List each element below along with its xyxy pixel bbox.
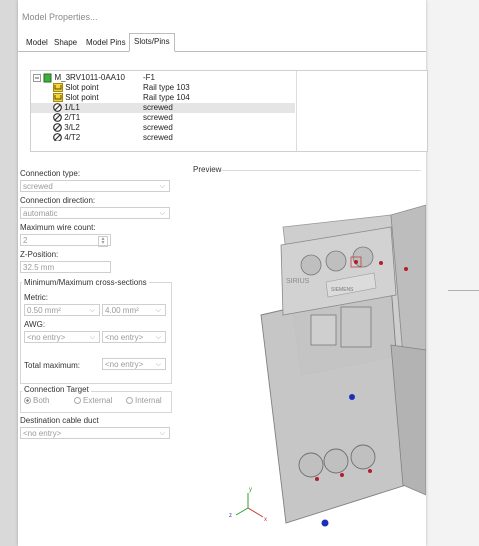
title-bar: Model Properties... [18,0,426,32]
destination-duct-select[interactable]: <no entry> ⌵ [20,427,170,439]
tab-model[interactable]: Model [22,35,52,50]
component-icon [43,73,52,83]
tab-slots-pins[interactable]: Slots/Pins [129,33,175,52]
chevron-down-icon: ⌵ [89,307,95,314]
connection-type-select[interactable]: screwed ⌵ [20,180,170,192]
metric-min-select[interactable]: 0.50 mm² ⌵ [24,304,100,316]
tab-strip: Model Shape Model Pins Slots/Pins [18,33,426,52]
connection-target-label: Connection Target [22,385,91,394]
target-both-radio[interactable]: Both [24,396,49,405]
spinner-arrows-icon[interactable]: ▴ ▾ [98,236,108,247]
awg-max-value: <no entry> [105,333,144,342]
z-position-label: Z-Position: [20,250,59,259]
connection-type-value: screwed [23,182,53,191]
metric-max-value: 4.00 mm² [105,306,139,315]
chevron-down-icon: ⌵ [155,307,161,314]
axis-triad: y x z [229,487,267,523]
tree-root-name: M_3RV1011-0AA10 [54,73,125,83]
destination-duct-label: Destination cable duct [20,416,99,425]
slots-pins-tree[interactable]: M_3RV1011-0AA10 -F1 Slot point Rail type… [30,70,428,152]
awg-label: AWG: [24,320,46,329]
tree-row-name: 4/T2 [64,133,81,141]
awg-max-select[interactable]: <no entry> ⌵ [102,331,166,343]
pin-icon [53,103,62,113]
tree-row-name: 3/L2 [64,123,80,132]
tree-row[interactable]: 4/T2 screwed [31,133,427,141]
pin-icon [53,133,62,141]
tree-row-name: Slot point [65,93,99,102]
preview-panel[interactable]: Preview SIEMENS SIRIUS y x z [191,165,426,546]
chevron-down-icon: ⌵ [159,183,165,190]
z-position-value: 32.5 mm [23,263,55,272]
connection-direction-value: automatic [23,209,58,218]
chevron-down-icon: ⌵ [159,210,165,217]
z-position-input[interactable]: 32.5 mm [20,261,111,273]
chevron-down-icon: ⌵ [155,334,161,341]
slot-point-icon [53,93,63,103]
tab-shape[interactable]: Shape [50,35,81,50]
axis-x-label: x [264,517,267,523]
metric-label: Metric: [24,293,48,302]
device-maker-text: SIEMENS [331,287,354,293]
target-both-label: Both [33,396,50,405]
radio-icon [126,397,133,405]
tree-row-name: 1/L1 [64,103,80,112]
awg-min-value: <no entry> [27,333,66,342]
pin-icon [53,123,62,133]
tree-row-value: screwed [143,123,173,132]
metric-min-value: 0.50 mm² [27,306,61,315]
model-properties-dialog: Model Properties... Model Shape Model Pi… [18,0,428,546]
total-max-value: <no entry> [105,360,144,369]
radio-icon [74,397,81,405]
target-external-radio[interactable]: External [74,396,112,405]
metric-max-select[interactable]: 4.00 mm² ⌵ [102,304,166,316]
tree-row[interactable]: Slot point Rail type 104 [31,93,427,103]
tree-row[interactable]: 3/L2 screwed [31,123,427,133]
tree-row-value: Rail type 104 [143,93,190,102]
tree-row-value: screwed [143,133,173,141]
tab-model-pins[interactable]: Model Pins [82,35,130,50]
tree-row-value: screwed [143,113,173,122]
chevron-down-icon: ⌵ [159,430,165,437]
tree-row-name: 2/T1 [64,113,81,122]
window-title: Model Properties... [22,12,98,22]
connection-direction-label: Connection direction: [20,196,96,205]
axis-z-label: z [229,513,232,519]
connection-type-label: Connection type: [20,169,81,178]
collapse-icon[interactable] [33,74,41,82]
chevron-down-icon: ⌵ [155,361,161,368]
max-wire-count-spinner[interactable]: 2 ▴ ▾ [20,234,111,247]
tree-row[interactable]: 2/T1 screwed [31,113,427,123]
chevron-down-icon: ⌵ [89,334,95,341]
destination-duct-value: <no entry> [23,429,62,438]
tree-row-value: screwed [143,103,173,112]
background-window [426,0,479,546]
total-max-label: Total maximum: [24,361,81,370]
axis-y-label: y [249,487,252,493]
max-wire-count-label: Maximum wire count: [20,223,96,232]
cross-sections-label: Minimum/Maximum cross-sections [22,278,149,287]
max-wire-count-value: 2 [23,236,28,245]
connection-point-marker[interactable] [349,394,355,400]
connection-direction-select[interactable]: automatic ⌵ [20,207,170,219]
target-internal-radio[interactable]: Internal [126,396,162,405]
target-internal-label: Internal [135,396,162,405]
tree-row-value: Rail type 103 [143,83,190,92]
tree-row[interactable]: Slot point Rail type 103 [31,83,427,93]
tree-row-name: Slot point [65,83,99,92]
tree-root-row[interactable]: M_3RV1011-0AA10 -F1 [31,73,427,83]
awg-min-select[interactable]: <no entry> ⌵ [24,331,100,343]
device-brand-text: SIRIUS [286,278,310,285]
radio-selected-icon [24,397,31,405]
tree-root-value: -F1 [143,73,155,82]
total-max-select[interactable]: <no entry> ⌵ [102,358,166,370]
connection-point-marker[interactable] [321,519,329,527]
pin-icon [53,113,62,123]
target-external-label: External [83,396,113,405]
background-divider [448,290,479,291]
device-3d-model[interactable]: SIEMENS SIRIUS y x z [191,165,426,546]
slot-point-icon [53,83,63,93]
tree-row-selected[interactable]: 1/L1 screwed [31,103,295,113]
